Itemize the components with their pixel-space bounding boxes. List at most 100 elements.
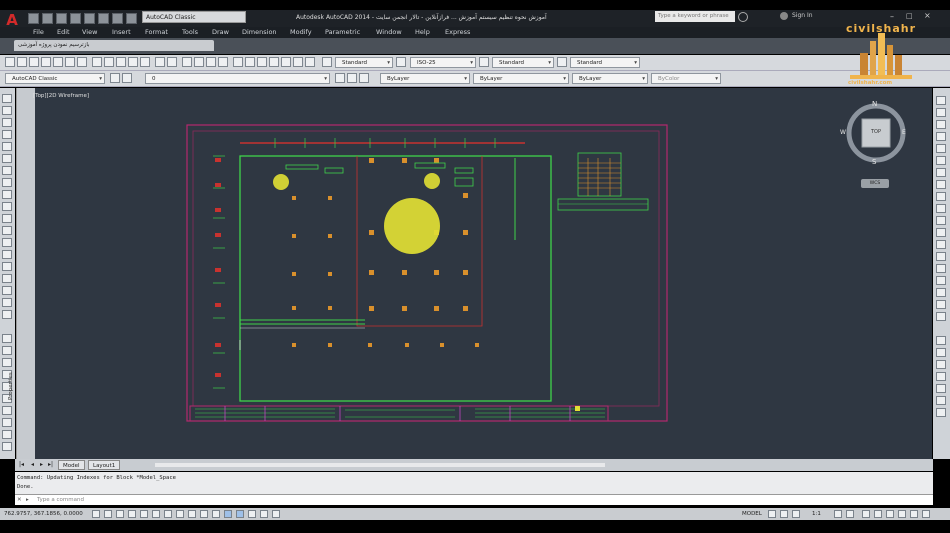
compass-south[interactable]: S <box>872 158 876 166</box>
sheet-set-icon[interactable] <box>269 57 279 67</box>
viewcube[interactable]: TOP N S E W <box>840 100 909 170</box>
tab-model[interactable]: Model <box>58 460 85 470</box>
model-space-label[interactable]: MODEL <box>742 508 762 520</box>
zoom-out-icon[interactable] <box>936 360 946 369</box>
first-tab-icon[interactable]: |◂ <box>19 461 24 468</box>
point-icon[interactable] <box>2 250 12 259</box>
dim-arc-icon[interactable] <box>936 192 946 201</box>
preview-icon[interactable] <box>53 57 63 67</box>
linetype-dropdown[interactable]: ByLayer <box>473 73 569 84</box>
drawing-canvas[interactable] <box>35 88 932 459</box>
text-style-icon[interactable] <box>322 57 332 67</box>
design-center-icon[interactable] <box>245 57 255 67</box>
save-file-icon[interactable] <box>29 57 39 67</box>
3d-dwf-icon[interactable] <box>77 57 87 67</box>
quick-dim-icon[interactable] <box>936 252 946 261</box>
dim-baseline-icon[interactable] <box>936 264 946 273</box>
menu-express[interactable]: Express <box>445 27 470 38</box>
chamfer-icon[interactable] <box>936 132 946 141</box>
circle-icon[interactable] <box>2 166 12 175</box>
saveas-icon[interactable] <box>70 13 81 24</box>
zoom-previous-icon[interactable] <box>218 57 228 67</box>
line-icon[interactable] <box>2 94 12 103</box>
match-properties-icon[interactable] <box>128 57 138 67</box>
make-block-icon[interactable] <box>2 238 12 247</box>
plotstyle-dropdown[interactable]: ByColor <box>651 73 721 84</box>
publish-icon[interactable] <box>65 57 75 67</box>
menu-edit[interactable]: Edit <box>57 27 70 38</box>
revcloud-icon[interactable] <box>2 178 12 187</box>
customize-command-icon[interactable]: ▸ <box>26 495 29 505</box>
qnew-icon[interactable] <box>5 57 15 67</box>
table-style-dropdown[interactable]: Standard <box>492 57 554 68</box>
compass-north[interactable]: N <box>872 100 877 108</box>
search-icon[interactable] <box>738 12 748 22</box>
zoom-object-icon[interactable] <box>936 408 946 417</box>
workspace-dropdown[interactable]: AutoCAD Classic <box>142 11 246 23</box>
dim-continue-icon[interactable] <box>936 276 946 285</box>
layer-previous-icon[interactable] <box>347 73 357 83</box>
dim-radius-icon[interactable] <box>936 216 946 225</box>
quick-view-drawings-icon[interactable] <box>780 510 788 518</box>
table-style-icon[interactable] <box>479 57 489 67</box>
undo-icon[interactable] <box>98 13 109 24</box>
break-icon[interactable] <box>936 108 946 117</box>
hatch-icon[interactable] <box>2 262 12 271</box>
menu-insert[interactable]: Insert <box>112 27 131 38</box>
join-icon[interactable] <box>936 120 946 129</box>
polar-tracking-icon[interactable] <box>140 510 148 518</box>
sign-in-link[interactable]: Sign In <box>792 12 813 19</box>
layer-properties-icon[interactable] <box>122 73 132 83</box>
mtext-icon[interactable] <box>2 310 12 319</box>
compass-west[interactable]: W <box>840 129 846 136</box>
command-line-input[interactable]: ✕ ▸ Type a command <box>15 494 933 505</box>
annotation-scale[interactable]: 1:1 <box>812 508 821 520</box>
object-snap-tracking-icon[interactable] <box>176 510 184 518</box>
menu-format[interactable]: Format <box>145 27 168 38</box>
prev-tab-icon[interactable]: ◂ <box>31 461 34 468</box>
dim-style-dropdown[interactable]: ISO-25 <box>410 57 476 68</box>
plot-icon[interactable] <box>84 13 95 24</box>
zoom-scale-icon[interactable] <box>936 384 946 393</box>
menu-file[interactable]: File <box>33 27 44 38</box>
workspace-gear-icon[interactable] <box>862 510 870 518</box>
pan-icon[interactable] <box>182 57 192 67</box>
layer-dropdown[interactable]: 0 <box>145 73 330 84</box>
quickcalc-icon[interactable] <box>293 57 303 67</box>
table-icon[interactable] <box>2 298 12 307</box>
color-dropdown[interactable]: ByLayer <box>380 73 470 84</box>
zoom-realtime-icon[interactable] <box>194 57 204 67</box>
hardware-acceleration-icon[interactable] <box>898 510 906 518</box>
search-input[interactable]: Type a keyword or phrase <box>655 11 735 22</box>
status-menu-icon[interactable] <box>910 510 918 518</box>
menu-dimension[interactable]: Dimension <box>242 27 277 38</box>
mleader-style-dropdown[interactable]: Standard <box>570 57 640 68</box>
ellipse-arc-icon[interactable] <box>2 214 12 223</box>
trim-icon[interactable] <box>2 442 12 451</box>
tab-layout1[interactable]: Layout1 <box>88 460 121 470</box>
workspace-switch-icon[interactable] <box>272 510 280 518</box>
save-icon[interactable] <box>56 13 67 24</box>
object-snap-icon[interactable] <box>152 510 160 518</box>
next-tab-icon[interactable]: ▸ <box>40 461 43 468</box>
help-icon[interactable] <box>305 57 315 67</box>
lineweight-toggle-icon[interactable] <box>212 510 220 518</box>
erase-icon[interactable] <box>2 334 12 343</box>
copy-icon[interactable] <box>104 57 114 67</box>
spline-icon[interactable] <box>2 190 12 199</box>
last-tab-icon[interactable]: ▸| <box>48 461 53 468</box>
stretch-icon[interactable] <box>2 430 12 439</box>
annotation-visibility-icon[interactable] <box>834 510 842 518</box>
region-icon[interactable] <box>2 286 12 295</box>
menu-draw[interactable]: Draw <box>212 27 229 38</box>
dim-angular-icon[interactable] <box>936 240 946 249</box>
menu-modify[interactable]: Modify <box>290 27 312 38</box>
grid-display-icon[interactable] <box>116 510 124 518</box>
dim-linear-icon[interactable] <box>936 168 946 177</box>
zoom-in-icon[interactable] <box>936 348 946 357</box>
ortho-mode-icon[interactable] <box>128 510 136 518</box>
mirror-icon[interactable] <box>2 358 12 367</box>
zoom-center-icon[interactable] <box>936 396 946 405</box>
open-file-icon[interactable] <box>17 57 27 67</box>
menu-view[interactable]: View <box>82 27 97 38</box>
